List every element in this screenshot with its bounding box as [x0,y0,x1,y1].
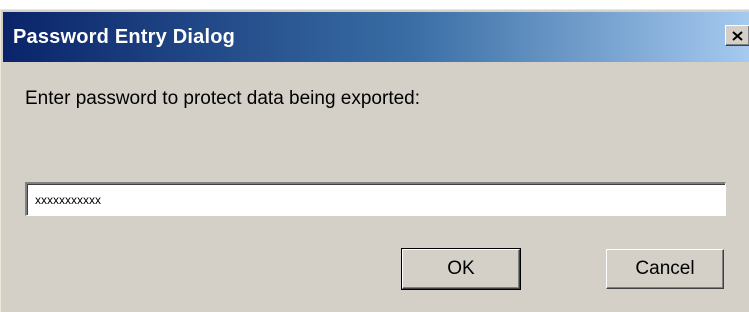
ok-button[interactable]: OK [401,248,521,290]
password-input[interactable] [25,182,726,216]
cancel-button[interactable]: Cancel [606,249,724,289]
dialog-title: Password Entry Dialog [13,26,236,48]
title-bar[interactable]: Password Entry Dialog [3,12,749,62]
password-prompt-label: Enter password to protect data being exp… [25,88,421,109]
password-entry-dialog: Password Entry Dialog Enter password to … [0,9,749,312]
close-button[interactable] [725,25,749,46]
close-x-icon [732,30,743,41]
